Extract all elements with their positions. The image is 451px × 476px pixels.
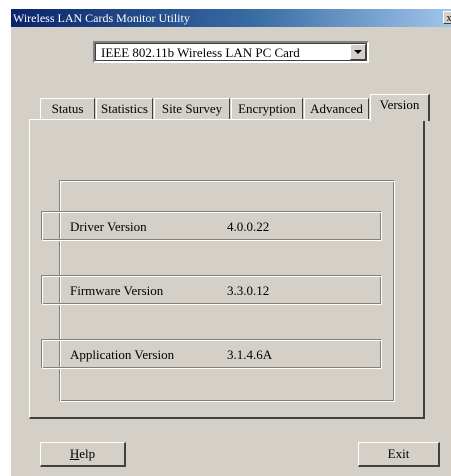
application-version-value: 3.1.4.6A: [227, 347, 273, 362]
firmware-version-row: Firmware Version 3.3.0.12: [41, 275, 382, 305]
tab-statistics[interactable]: Statistics: [96, 98, 153, 120]
adapter-select[interactable]: IEEE 802.11b Wireless LAN PC Card: [93, 41, 369, 63]
driver-version-value: 4.0.0.22: [227, 219, 270, 234]
tab-label: Advanced: [310, 101, 363, 116]
version-panel: Driver Version 4.0.0.22 Firmware Version…: [29, 119, 425, 419]
driver-version-label: Driver Version: [70, 219, 147, 234]
tab-label: Version: [379, 97, 420, 112]
window-title: Wireless LAN Cards Monitor Utility: [13, 11, 190, 25]
help-mnemonic: H: [69, 446, 80, 461]
driver-version-row: Driver Version 4.0.0.22: [41, 211, 382, 241]
application-version-label: Application Version: [70, 347, 175, 362]
help-label: elp: [79, 446, 96, 461]
tab-label: Status: [51, 101, 84, 116]
firmware-version-value: 3.3.0.12: [227, 283, 270, 298]
title-bar[interactable]: Wireless LAN Cards Monitor Utility x: [11, 9, 451, 27]
tab-label: Encryption: [238, 101, 296, 116]
tab-label: Site Survey: [161, 101, 223, 116]
tab-status[interactable]: Status: [40, 98, 95, 120]
tab-site-survey[interactable]: Site Survey: [154, 98, 230, 120]
application-version-row: Application Version 3.1.4.6A: [41, 339, 382, 369]
tab-label: Statistics: [101, 101, 148, 116]
tab-version[interactable]: Version: [370, 94, 430, 121]
help-button[interactable]: Help: [40, 442, 126, 467]
adapter-select-value: IEEE 802.11b Wireless LAN PC Card: [101, 45, 300, 60]
chevron-down-icon[interactable]: [350, 44, 366, 60]
tab-encryption[interactable]: Encryption: [231, 98, 303, 120]
exit-label: Exit: [387, 446, 410, 461]
exit-button[interactable]: Exit: [358, 442, 440, 467]
close-icon[interactable]: x: [443, 11, 451, 24]
firmware-version-label: Firmware Version: [70, 283, 164, 298]
tab-advanced[interactable]: Advanced: [304, 98, 369, 120]
